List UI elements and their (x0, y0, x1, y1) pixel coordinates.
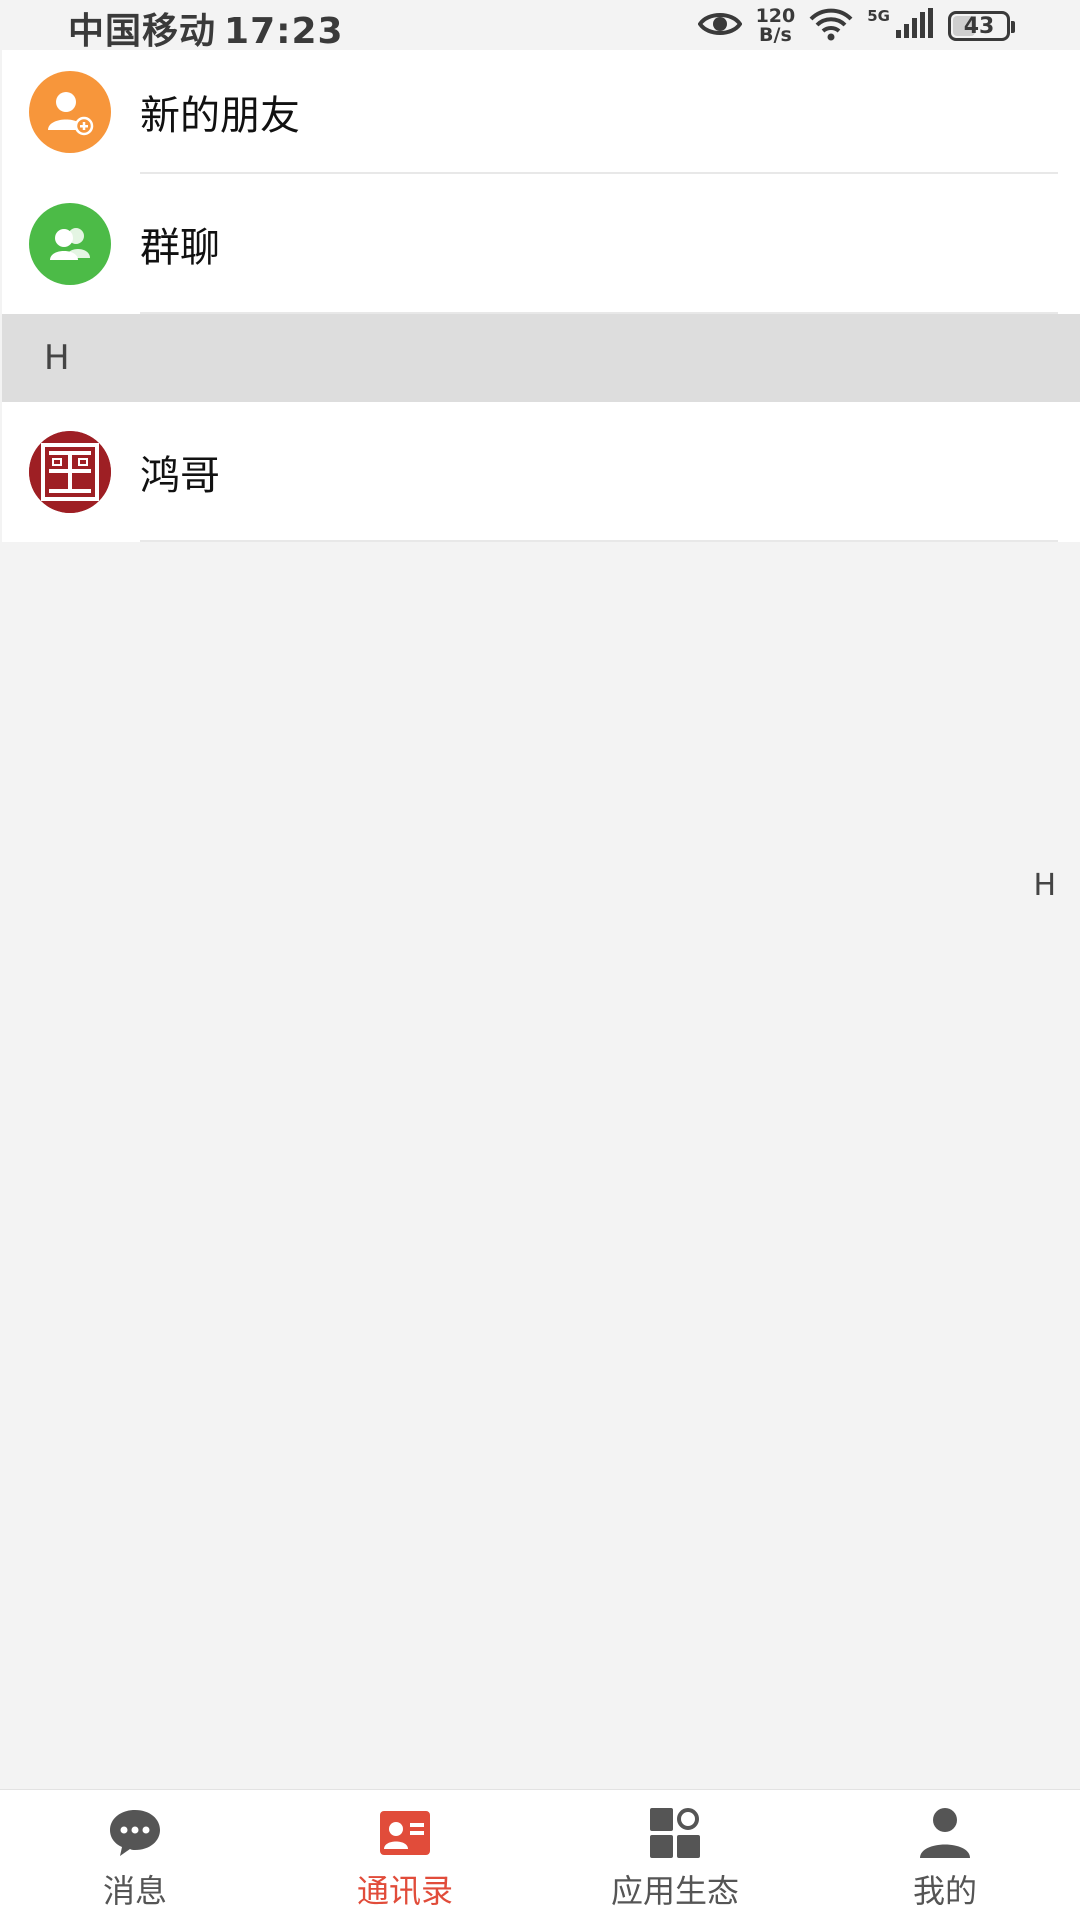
status-bar-left: 中国移动 17:23 (68, 2, 352, 54)
carrier-name: 中国移动 (68, 11, 217, 52)
chat-bubble-icon (106, 1806, 164, 1860)
row-divider (140, 312, 1058, 314)
group-chat-label: 群聊 (140, 225, 220, 271)
row-divider (140, 540, 1058, 542)
tab-app-ecosystem-label: 应用生态 (610, 1872, 739, 1910)
tab-app-ecosystem[interactable]: 应用生态 (540, 1790, 810, 1920)
apps-grid-icon (646, 1806, 704, 1860)
tab-messages[interactable]: 消息 (0, 1790, 270, 1920)
status-bar: 中国移动 17:23 120 B/s 5G 43 (0, 0, 1080, 52)
contact-item-hongge[interactable]: 鸿哥 (2, 402, 1080, 542)
person-icon (916, 1806, 974, 1860)
section-letter: H (44, 338, 70, 378)
tab-contacts[interactable]: 通讯录 (270, 1790, 540, 1920)
wifi-icon (809, 7, 853, 45)
tab-me[interactable]: 我的 (810, 1790, 1080, 1920)
contact-name: 鸿哥 (140, 453, 220, 499)
contact-avatar (29, 431, 111, 513)
group-chat-icon (29, 203, 111, 285)
bottom-tab-bar: 消息 通讯录 应用生态 我的 (0, 1789, 1080, 1920)
contact-card-icon (376, 1806, 434, 1860)
contacts-screen: 中国移动 17:23 120 B/s 5G 43 新的朋友 群聊 H 鸿哥 H … (0, 0, 1080, 1920)
battery-level: 43 (963, 13, 995, 39)
new-friends-label: 新的朋友 (140, 93, 300, 139)
new-friends-item[interactable]: 新的朋友 (2, 50, 1080, 174)
tab-messages-label: 消息 (102, 1872, 167, 1910)
signal-icon (894, 8, 934, 44)
contact-list: 新的朋友 群聊 H 鸿哥 (2, 50, 1080, 542)
eye-icon (697, 10, 742, 42)
status-bar-right: 120 B/s 5G 43 (697, 4, 1015, 48)
network-speed: 120 B/s (756, 7, 796, 45)
battery-icon: 43 (948, 11, 1015, 41)
tab-me-label: 我的 (912, 1872, 977, 1910)
group-chat-item[interactable]: 群聊 (2, 174, 1080, 314)
add-friend-icon (29, 71, 111, 153)
clock: 17:23 (224, 11, 344, 52)
index-letter-h[interactable]: H (1033, 868, 1056, 903)
tab-contacts-label: 通讯录 (356, 1872, 453, 1910)
section-header-h: H (2, 314, 1080, 402)
network-speed-unit: B/s (759, 24, 792, 46)
network-generation: 5G (867, 7, 890, 25)
